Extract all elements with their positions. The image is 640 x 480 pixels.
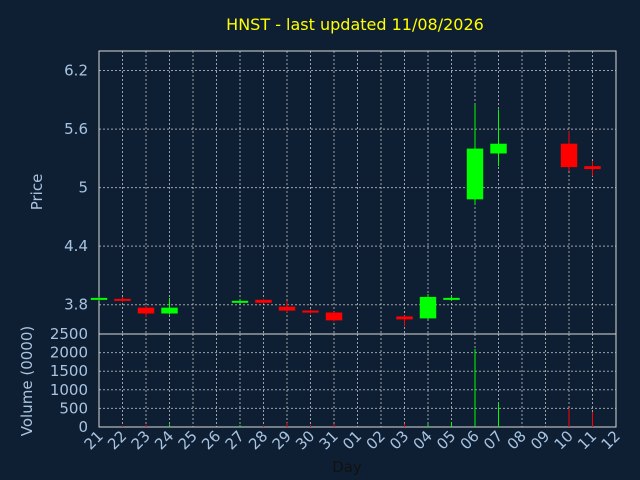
x-tick-label: 27 — [222, 427, 248, 453]
x-tick-label: 03 — [386, 427, 412, 453]
volume-panel: 2122232425262728293031010203040506070809… — [50, 325, 624, 453]
volume-tick-label: 2000 — [50, 344, 88, 362]
x-axis-label: Day — [332, 458, 362, 476]
x-tick-label: 25 — [175, 427, 201, 453]
x-tick-label: 28 — [245, 427, 271, 453]
volume-axis-label: Volume (0000) — [18, 326, 36, 436]
candle-body — [584, 166, 601, 170]
candle-body — [90, 297, 108, 300]
candle-body — [419, 296, 437, 319]
x-tick-label: 26 — [198, 427, 224, 453]
volume-tick-label: 2500 — [50, 325, 88, 343]
price-tick-label: 5 — [78, 179, 88, 197]
x-tick-label: 04 — [410, 427, 436, 453]
candle-body — [137, 307, 155, 314]
x-tick-label: 07 — [480, 427, 506, 453]
x-tick-label: 22 — [104, 427, 130, 453]
x-tick-label: 06 — [457, 427, 483, 453]
volume-tick-label: 1000 — [50, 381, 88, 399]
price-tick-label: 4.4 — [64, 237, 88, 255]
x-tick-label: 02 — [363, 427, 389, 453]
price-tick-label: 6.2 — [64, 62, 88, 80]
candle-body — [114, 298, 131, 301]
x-tick-label: 09 — [527, 427, 553, 453]
candle-body — [466, 148, 484, 200]
candle-body — [560, 143, 578, 168]
candle-body — [302, 310, 319, 313]
x-tick-label: 10 — [551, 427, 577, 453]
candle-body — [443, 297, 460, 300]
x-tick-label: 08 — [504, 427, 530, 453]
price-axis-label: Price — [28, 174, 46, 211]
chart-title: HNST - last updated 11/08/2026 — [226, 15, 484, 34]
candle-body — [231, 300, 249, 303]
price-panel: 6.2 5.6 5 4.4 3.8 — [64, 50, 617, 335]
x-tick-label: 23 — [128, 427, 154, 453]
price-tick-label: 3.8 — [64, 296, 88, 314]
x-tick-label: 05 — [433, 427, 459, 453]
volume-tick-label: 500 — [59, 399, 88, 417]
candle-body — [278, 306, 296, 311]
price-tick-label: 5.6 — [64, 120, 88, 138]
volume-tick-label: 0 — [78, 418, 88, 436]
candle-body — [396, 316, 413, 320]
candle-body — [255, 299, 272, 303]
x-tick-label: 12 — [598, 427, 624, 453]
volume-tick-label: 1500 — [50, 362, 88, 380]
x-tick-label: 31 — [316, 427, 342, 453]
candle-body — [325, 312, 343, 321]
x-tick-label: 01 — [339, 427, 365, 453]
x-tick-label: 29 — [269, 427, 295, 453]
x-tick-label: 11 — [574, 427, 600, 453]
candlestick-chart: HNST - last updated 11/08/2026 6.2 5.6 5 4.… — [18, 15, 624, 476]
x-tick-label: 24 — [151, 427, 177, 453]
candle-body — [161, 307, 178, 314]
candle-body — [490, 143, 507, 154]
x-tick-label: 30 — [292, 427, 318, 453]
